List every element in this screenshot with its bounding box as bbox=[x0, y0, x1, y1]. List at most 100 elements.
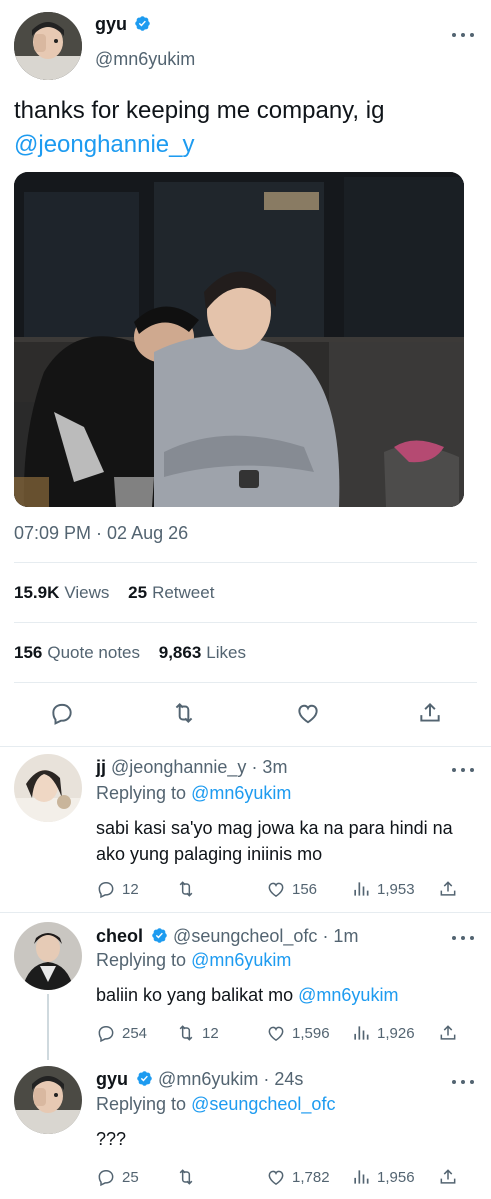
retweet-icon bbox=[179, 881, 193, 897]
retweet-count: 12 bbox=[202, 1024, 219, 1042]
likes-label[interactable]: Likes bbox=[206, 643, 246, 662]
more-icon[interactable] bbox=[452, 30, 474, 40]
divider bbox=[0, 746, 491, 747]
reply-time[interactable]: · 1m bbox=[322, 926, 358, 946]
like-count: 1,596 bbox=[292, 1024, 330, 1042]
quotes-label[interactable]: Quote notes bbox=[47, 643, 140, 662]
replying-to-line: Replying to @mn6yukim bbox=[96, 783, 291, 804]
views-icon bbox=[354, 1026, 369, 1040]
tweet-timestamp[interactable]: 07:09 PM · 02 Aug 26 bbox=[14, 523, 188, 544]
reply-actions: 25 1,782 1,956 bbox=[96, 1166, 466, 1188]
views-icon bbox=[354, 882, 369, 896]
reply-author-name[interactable]: cheol bbox=[96, 926, 143, 946]
author-name[interactable]: gyu bbox=[95, 14, 127, 34]
views-button[interactable]: 1,926 bbox=[351, 1022, 415, 1044]
reply-body: sabi kasi sa'yo mag jowa ka na para hind… bbox=[96, 818, 453, 864]
share-button[interactable] bbox=[438, 1166, 458, 1188]
retweet-icon bbox=[179, 1169, 193, 1185]
share-icon bbox=[440, 1169, 456, 1184]
verified-icon bbox=[152, 928, 167, 943]
like-button[interactable]: 1,782 bbox=[266, 1166, 330, 1188]
quotes-count[interactable]: 156 bbox=[14, 643, 42, 662]
reply-mention-link[interactable]: @mn6yukim bbox=[298, 985, 398, 1005]
reply-text: ??? bbox=[96, 1126, 466, 1152]
retweet-icon[interactable] bbox=[170, 700, 198, 726]
retweets-label[interactable]: Retweet bbox=[152, 583, 214, 602]
replying-label: Replying to bbox=[96, 950, 187, 970]
replying-to-line: Replying to @mn6yukim bbox=[96, 950, 291, 971]
like-icon[interactable] bbox=[294, 700, 322, 726]
reply-author-name[interactable]: gyu bbox=[96, 1069, 128, 1089]
views-retweets-row: 15.9K Views 25 Retweet bbox=[14, 583, 214, 603]
like-button[interactable]: 156 bbox=[266, 878, 317, 900]
reply-author-name[interactable]: jj bbox=[96, 757, 106, 777]
tweet-mention-link[interactable]: @jeonghannie_y bbox=[14, 131, 195, 158]
views-button[interactable]: 1,956 bbox=[351, 1166, 415, 1188]
reply-actions: 12 156 1,953 bbox=[96, 878, 466, 900]
reply-time[interactable]: · 24s bbox=[263, 1069, 303, 1089]
reply-avatar[interactable] bbox=[14, 922, 82, 990]
retweet-button[interactable] bbox=[176, 1166, 202, 1188]
reply-count: 254 bbox=[122, 1024, 148, 1042]
more-icon[interactable] bbox=[452, 933, 474, 943]
more-icon[interactable] bbox=[452, 1077, 474, 1087]
replying-to-link[interactable]: @mn6yukim bbox=[191, 950, 291, 970]
views-icon bbox=[354, 1170, 369, 1184]
quotes-likes-row: 156 Quote notes 9,863 Likes bbox=[14, 643, 246, 663]
reply-icon bbox=[98, 882, 114, 899]
reply-avatar[interactable] bbox=[14, 1066, 82, 1134]
replying-to-link[interactable]: @seungcheol_ofc bbox=[191, 1094, 335, 1114]
verified-icon bbox=[137, 1071, 152, 1086]
like-count: 1,782 bbox=[292, 1168, 330, 1186]
retweet-icon bbox=[179, 1025, 193, 1041]
reply-author-handle[interactable]: @mn6yukim bbox=[158, 1069, 258, 1089]
reply-header: gyu @mn6yukim · 24s bbox=[96, 1069, 303, 1090]
reply-button[interactable]: 25 bbox=[96, 1166, 139, 1188]
views-count: 1,953 bbox=[377, 880, 415, 898]
reply-text: sabi kasi sa'yo mag jowa ka na para hind… bbox=[96, 815, 466, 867]
views-label: Views bbox=[64, 583, 110, 602]
reply-button[interactable]: 12 bbox=[96, 878, 139, 900]
like-count: 156 bbox=[292, 880, 318, 898]
reply-body: baliin ko yang balikat mo bbox=[96, 985, 294, 1005]
replying-to-link[interactable]: @mn6yukim bbox=[191, 783, 291, 803]
like-icon bbox=[268, 1026, 284, 1041]
share-icon bbox=[440, 1025, 456, 1040]
reply-avatar[interactable] bbox=[14, 754, 82, 822]
reply-icon bbox=[98, 1026, 114, 1043]
reply-header: jj @jeonghannie_y · 3m bbox=[96, 757, 287, 778]
reply-text: baliin ko yang balikat mo @mn6yukim bbox=[96, 982, 466, 1008]
tweet-body: thanks for keeping me company, ig bbox=[14, 97, 385, 124]
divider bbox=[0, 912, 491, 913]
author-avatar[interactable] bbox=[14, 12, 82, 80]
like-button[interactable]: 1,596 bbox=[266, 1022, 330, 1044]
reply-icon[interactable] bbox=[49, 700, 75, 726]
views-button[interactable]: 1,953 bbox=[351, 878, 415, 900]
retweets-count[interactable]: 25 bbox=[128, 583, 147, 602]
thread-line bbox=[47, 994, 49, 1060]
views-count: 1,926 bbox=[377, 1024, 415, 1042]
more-icon[interactable] bbox=[452, 765, 474, 775]
share-button[interactable] bbox=[438, 878, 458, 900]
author-handle[interactable]: @mn6yukim bbox=[95, 49, 195, 70]
reply-author-handle[interactable]: @seungcheol_ofc bbox=[173, 926, 317, 946]
retweet-button[interactable] bbox=[176, 878, 202, 900]
likes-count[interactable]: 9,863 bbox=[159, 643, 202, 662]
share-icon[interactable] bbox=[417, 700, 443, 726]
divider bbox=[14, 562, 477, 563]
reply-icon bbox=[98, 1170, 114, 1187]
tweet-text: thanks for keeping me company, ig @jeong… bbox=[14, 94, 474, 162]
share-button[interactable] bbox=[438, 1022, 458, 1044]
like-icon bbox=[268, 1170, 284, 1185]
like-icon bbox=[268, 882, 284, 897]
reply-button[interactable]: 254 bbox=[96, 1022, 147, 1044]
replying-label: Replying to bbox=[96, 783, 187, 803]
replying-to-line: Replying to @seungcheol_ofc bbox=[96, 1094, 335, 1115]
tweet-photo[interactable] bbox=[14, 172, 464, 507]
divider bbox=[14, 622, 477, 623]
reply-time[interactable]: · 3m bbox=[251, 757, 287, 777]
reply-author-handle[interactable]: @jeonghannie_y bbox=[111, 757, 246, 777]
reply-count: 12 bbox=[122, 880, 139, 898]
retweet-button[interactable]: 12 bbox=[176, 1022, 219, 1044]
share-icon bbox=[440, 881, 456, 896]
